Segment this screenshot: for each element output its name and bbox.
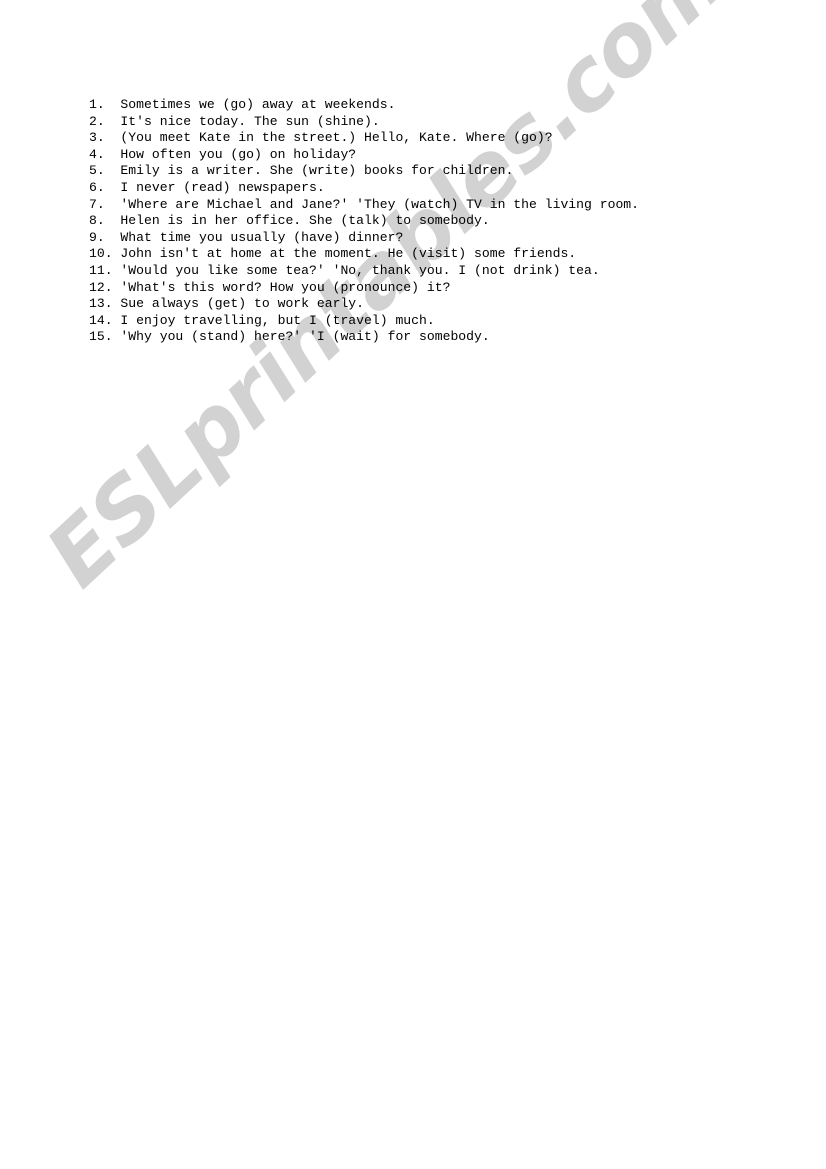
exercise-item: 14. I enjoy travelling, but I (travel) m… xyxy=(89,312,435,328)
worksheet-page: ESLprintables.com 1. Sometimes we (go) a… xyxy=(0,0,826,1169)
exercise-item: 11. 'Would you like some tea?' 'No, than… xyxy=(89,262,600,278)
exercise-item: 5. Emily is a writer. She (write) books … xyxy=(89,163,514,179)
exercise-item: 8. Helen is in her office. She (talk) to… xyxy=(89,213,490,229)
exercise-item: 2. It's nice today. The sun (shine). xyxy=(89,113,380,129)
exercise-item: 3. (You meet Kate in the street.) Hello,… xyxy=(89,130,553,146)
exercise-item: 9. What time you usually (have) dinner? xyxy=(89,229,404,245)
exercise-item: 6. I never (read) newspapers. xyxy=(89,179,325,195)
exercise-item: 7. 'Where are Michael and Jane?' 'They (… xyxy=(89,196,640,212)
exercise-item: 10. John isn't at home at the moment. He… xyxy=(89,246,577,262)
exercise-list: 1. Sometimes we (go) away at weekends. 2… xyxy=(89,97,639,346)
exercise-item: 1. Sometimes we (go) away at weekends. xyxy=(89,97,396,112)
exercise-item: 4. How often you (go) on holiday? xyxy=(89,146,357,162)
exercise-item: 15. 'Why you (stand) here?' 'I (wait) fo… xyxy=(89,329,490,345)
exercise-item: 12. 'What's this word? How you (pronounc… xyxy=(89,279,451,295)
exercise-item: 13. Sue always (get) to work early. xyxy=(89,296,365,312)
